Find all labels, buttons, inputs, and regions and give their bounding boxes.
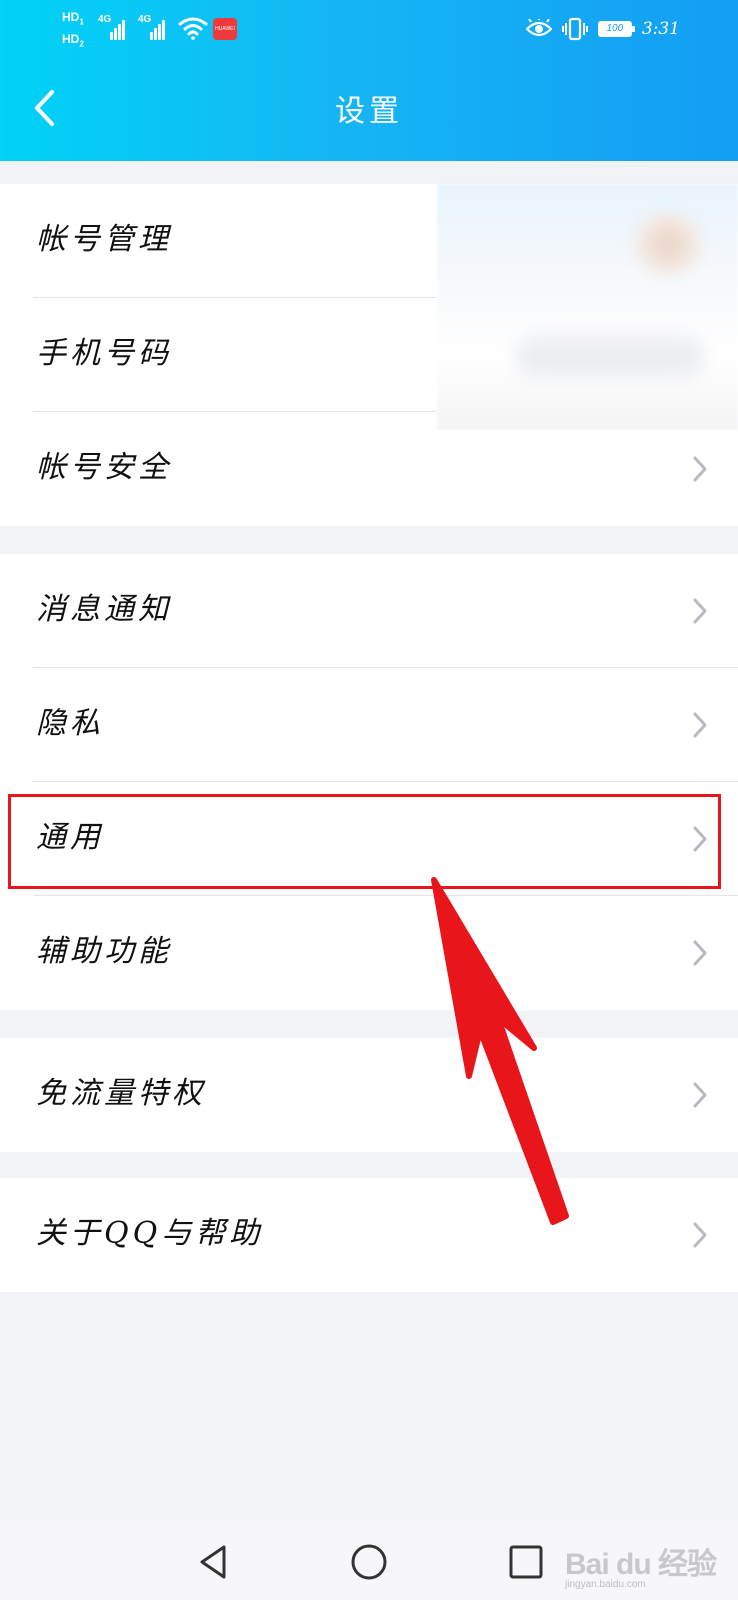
nav-back-button[interactable] xyxy=(192,1540,236,1584)
app-header: HD1 HD2 4G 4G HUAWEI 100 3:31 设置 xyxy=(0,0,738,161)
recents-square-icon xyxy=(509,1545,543,1579)
settings-group-data: 免流量特权 xyxy=(0,1038,738,1152)
chevron-right-icon xyxy=(693,1082,707,1108)
chevron-right-icon xyxy=(693,1222,707,1248)
row-label: 免流量特权 xyxy=(36,1076,206,1111)
row-about-qq-help[interactable]: 关于QQ与帮助 xyxy=(0,1178,738,1292)
back-triangle-icon xyxy=(200,1545,226,1579)
vibrate-icon xyxy=(561,17,588,41)
row-general[interactable]: 通用 xyxy=(0,782,738,896)
signal-icon-2: 4G xyxy=(138,14,165,40)
chevron-right-icon xyxy=(693,940,707,966)
row-free-data-privilege[interactable]: 免流量特权 xyxy=(0,1038,738,1152)
chevron-right-icon xyxy=(693,712,707,738)
row-privacy[interactable]: 隐私 xyxy=(0,668,738,782)
watermark-main: Bai du 经验 xyxy=(565,1548,717,1581)
page-title: 设置 xyxy=(335,94,403,129)
row-label: 消息通知 xyxy=(36,592,172,627)
hd2-label: HD2 xyxy=(62,32,84,49)
baidu-watermark: Bai du 经验 jingyan.baidu.com xyxy=(565,1535,725,1593)
settings-group-about: 关于QQ与帮助 xyxy=(0,1178,738,1292)
signal-icon: 4G xyxy=(98,14,125,40)
chevron-right-icon xyxy=(693,456,707,482)
clock: 3:31 xyxy=(641,19,680,39)
battery-icon: 100 xyxy=(597,21,635,37)
row-label: 手机号码 xyxy=(36,336,172,371)
settings-group-general: 消息通知 隐私 通用 辅助功能 xyxy=(0,554,738,1010)
blurred-avatar xyxy=(628,212,708,276)
huawei-app-icon: HUAWEI xyxy=(213,18,237,40)
row-label: 关于QQ与帮助 xyxy=(36,1216,264,1251)
row-label: 辅助功能 xyxy=(36,934,172,969)
chevron-right-icon xyxy=(693,598,707,624)
row-accessibility[interactable]: 辅助功能 xyxy=(0,896,738,1010)
row-label: 帐号管理 xyxy=(36,222,172,257)
nav-recents-button[interactable] xyxy=(504,1540,548,1584)
home-circle-icon xyxy=(351,1544,387,1580)
row-label: 帐号安全 xyxy=(36,450,172,485)
eye-icon xyxy=(525,19,552,37)
row-label: 隐私 xyxy=(36,706,104,741)
hd1-label: HD1 xyxy=(62,10,84,27)
watermark-sub: jingyan.baidu.com xyxy=(565,1579,646,1590)
chevron-right-icon xyxy=(693,826,707,852)
row-label: 通用 xyxy=(36,820,104,855)
wifi-icon xyxy=(178,17,208,40)
status-bar-left: HD1 HD2 4G 4G HUAWEI xyxy=(62,10,242,52)
nav-home-button[interactable] xyxy=(347,1540,391,1584)
status-bar-right: 100 3:31 xyxy=(525,14,680,44)
row-notifications[interactable]: 消息通知 xyxy=(0,554,738,668)
blurred-phone-number xyxy=(515,336,705,378)
